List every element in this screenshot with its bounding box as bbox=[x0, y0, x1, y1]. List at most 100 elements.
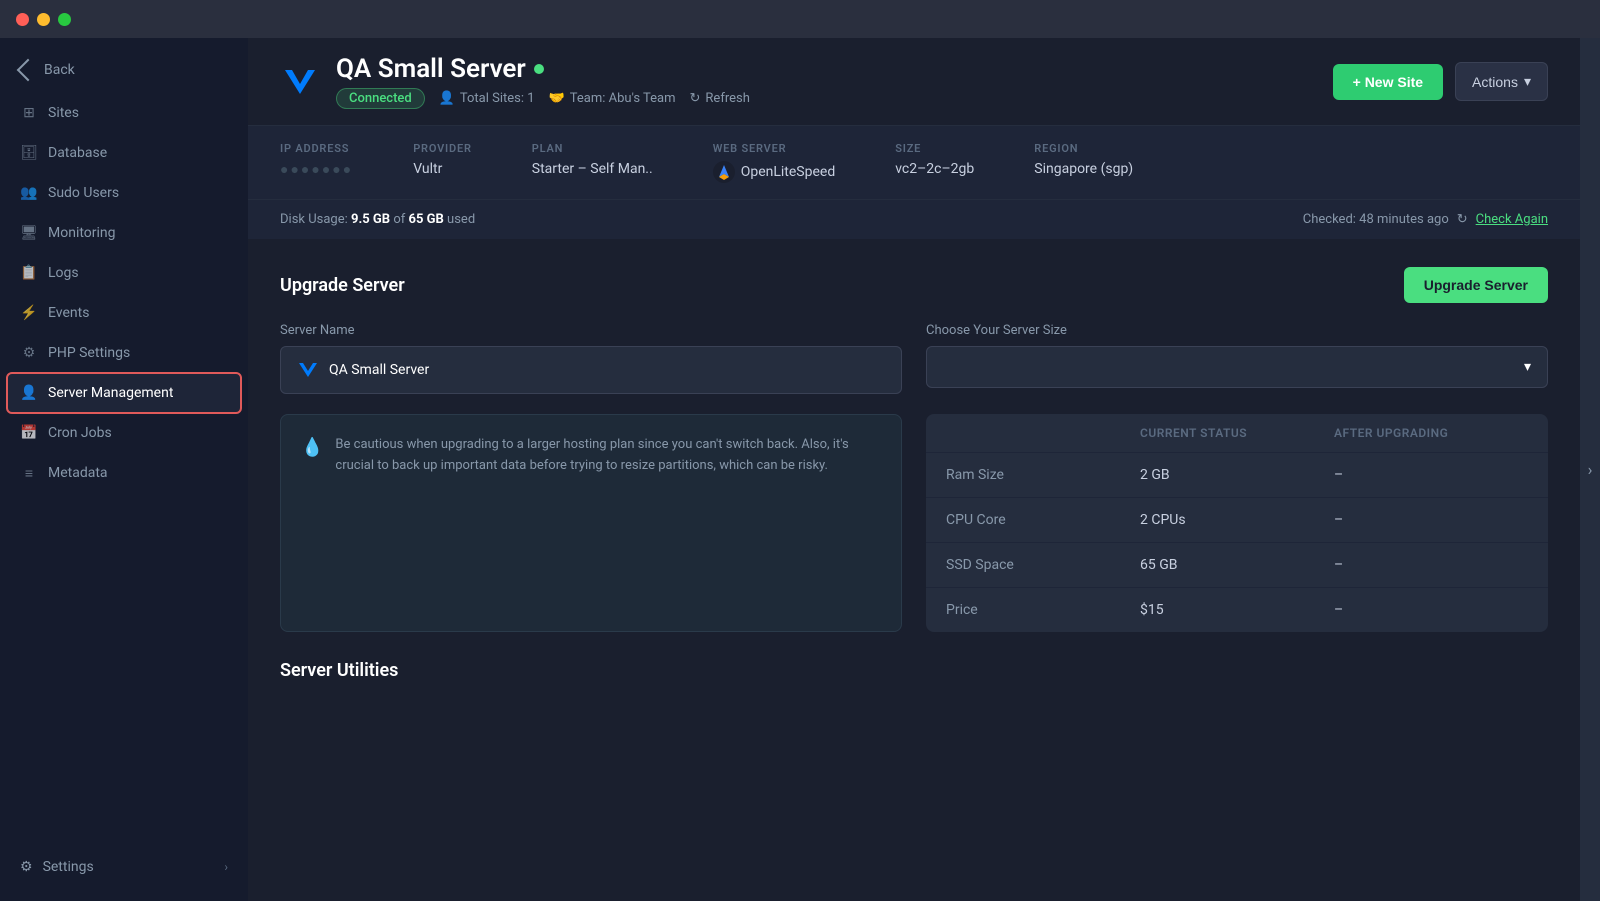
server-utilities-section: Server Utilities bbox=[280, 660, 1548, 681]
maximize-button[interactable] bbox=[58, 13, 71, 26]
vultr-small-icon bbox=[297, 359, 319, 381]
sites-icon: ⊞ bbox=[20, 104, 38, 122]
right-panel-collapse[interactable]: › bbox=[1580, 38, 1600, 901]
table-row: Ram Size 2 GB – bbox=[926, 453, 1548, 498]
status-table-header: Current Status After Upgrading bbox=[926, 414, 1548, 453]
server-mgmt-icon: 👤 bbox=[20, 384, 38, 402]
sidebar-item-php-settings[interactable]: ⚙ PHP Settings bbox=[0, 334, 248, 372]
region-col: REGION Singapore (sgp) bbox=[1034, 142, 1133, 177]
refresh-small-icon: ↻ bbox=[1457, 212, 1468, 227]
total-sites-meta: 👤 Total Sites: 1 bbox=[439, 91, 535, 106]
upgrade-server-section: Upgrade Server Upgrade Server Server Nam… bbox=[280, 267, 1548, 632]
back-label: Back bbox=[44, 62, 75, 78]
close-button[interactable] bbox=[16, 13, 29, 26]
server-size-select[interactable]: ▾ bbox=[926, 346, 1548, 388]
provider-col: PROVIDER Vultr bbox=[413, 142, 472, 177]
sidebar-item-metadata[interactable]: ≡ Metadata bbox=[0, 454, 248, 492]
server-name-heading: QA Small Server bbox=[336, 54, 750, 84]
sidebar-label-monitoring: Monitoring bbox=[48, 225, 116, 241]
users-icon: 👥 bbox=[20, 184, 38, 202]
ram-after: – bbox=[1334, 467, 1528, 483]
events-icon: ⚡ bbox=[20, 304, 38, 322]
plan-value: Starter – Self Man.. bbox=[532, 161, 653, 177]
sidebar: Back ⊞ Sites 🗄 Database 👥 Sudo Users 🖥 M… bbox=[0, 38, 248, 901]
sidebar-item-server-management[interactable]: 👤 Server Management bbox=[8, 374, 240, 412]
header-left: QA Small Server Connected 👤 Total Sites:… bbox=[280, 54, 750, 109]
sidebar-label-events: Events bbox=[48, 305, 89, 321]
logs-icon: 📋 bbox=[20, 264, 38, 282]
ssd-after: – bbox=[1334, 557, 1528, 573]
size-value: vc2–2c–2gb bbox=[895, 161, 974, 177]
check-again-link[interactable]: Check Again bbox=[1476, 212, 1548, 227]
ip-value: ●●●●●●● bbox=[280, 161, 353, 178]
check-again-section: Checked: 48 minutes ago ↻ Check Again bbox=[1303, 212, 1548, 227]
cpu-label: CPU Core bbox=[946, 512, 1140, 528]
after-upgrading-header: After Upgrading bbox=[1334, 426, 1528, 440]
openlitespeed-icon bbox=[713, 161, 735, 183]
cpu-after: – bbox=[1334, 512, 1528, 528]
vultr-logo bbox=[280, 62, 320, 102]
settings-icon: ⚙ bbox=[20, 859, 33, 875]
sidebar-item-logs[interactable]: 📋 Logs bbox=[0, 254, 248, 292]
chevron-right-icon: › bbox=[224, 860, 228, 874]
sidebar-item-settings[interactable]: ⚙ Settings › bbox=[0, 849, 248, 885]
sidebar-label-cron: Cron Jobs bbox=[48, 425, 112, 441]
database-icon: 🗄 bbox=[20, 144, 38, 162]
info-icon: 💧 bbox=[301, 437, 323, 458]
php-icon: ⚙ bbox=[20, 344, 38, 362]
sidebar-item-database[interactable]: 🗄 Database bbox=[0, 134, 248, 172]
header-actions: + New Site Actions ▾ bbox=[1333, 62, 1548, 101]
warning-text: Be cautious when upgrading to a larger h… bbox=[335, 435, 881, 477]
upgrade-server-button[interactable]: Upgrade Server bbox=[1404, 267, 1548, 303]
upgrade-server-title: Upgrade Server bbox=[280, 275, 405, 296]
cron-icon: 📅 bbox=[20, 424, 38, 442]
price-after: – bbox=[1334, 602, 1528, 618]
minimize-button[interactable] bbox=[37, 13, 50, 26]
sidebar-item-sudo-users[interactable]: 👥 Sudo Users bbox=[0, 174, 248, 212]
sidebar-label-settings: Settings bbox=[43, 859, 94, 875]
ip-address-col: IP ADDRESS ●●●●●●● bbox=[280, 142, 353, 178]
ram-size-label: Ram Size bbox=[946, 467, 1140, 483]
sidebar-label-database: Database bbox=[48, 145, 107, 161]
sidebar-item-events[interactable]: ⚡ Events bbox=[0, 294, 248, 332]
server-info-bar: IP ADDRESS ●●●●●●● PROVIDER Vultr PLAN S… bbox=[248, 126, 1580, 199]
connected-badge: Connected bbox=[336, 88, 425, 109]
new-site-button[interactable]: + New Site bbox=[1333, 64, 1443, 100]
server-name-display: QA Small Server bbox=[280, 346, 902, 394]
server-name-field-label: Server Name bbox=[280, 323, 902, 338]
region-value: Singapore (sgp) bbox=[1034, 161, 1133, 177]
sidebar-nav: ⊞ Sites 🗄 Database 👥 Sudo Users 🖥 Monito… bbox=[0, 94, 248, 492]
table-row: Price $15 – bbox=[926, 588, 1548, 632]
sites-meta-icon: 👤 bbox=[439, 91, 455, 106]
web-server-col: WEB SERVER OpenLiteSpeed bbox=[713, 142, 836, 183]
sidebar-label-sudo-users: Sudo Users bbox=[48, 185, 119, 201]
refresh-button[interactable]: ↻ Refresh bbox=[690, 91, 750, 106]
server-size-field-label: Choose Your Server Size bbox=[926, 323, 1548, 338]
ssd-label: SSD Space bbox=[946, 557, 1140, 573]
sidebar-item-sites[interactable]: ⊞ Sites bbox=[0, 94, 248, 132]
provider-value: Vultr bbox=[413, 161, 472, 177]
sidebar-item-monitoring[interactable]: 🖥 Monitoring bbox=[0, 214, 248, 252]
ram-current: 2 GB bbox=[1140, 467, 1334, 483]
main-content: QA Small Server Connected 👤 Total Sites:… bbox=[248, 38, 1580, 901]
disk-info: Disk Usage: 9.5 GB of 65 GB used bbox=[280, 212, 475, 227]
page-content: Upgrade Server Upgrade Server Server Nam… bbox=[248, 239, 1580, 901]
actions-button[interactable]: Actions ▾ bbox=[1455, 62, 1548, 101]
upgrade-form-row: Server Name QA Small Server Choose Your … bbox=[280, 323, 1548, 394]
sidebar-label-metadata: Metadata bbox=[48, 465, 108, 481]
server-meta: Connected 👤 Total Sites: 1 🤝 Team: Abu's… bbox=[336, 88, 750, 109]
sidebar-item-cron-jobs[interactable]: 📅 Cron Jobs bbox=[0, 414, 248, 452]
price-current: $15 bbox=[1140, 602, 1334, 618]
server-size-field: Choose Your Server Size ▾ bbox=[926, 323, 1548, 394]
plan-col: PLAN Starter – Self Man.. bbox=[532, 142, 653, 177]
team-meta: 🤝 Team: Abu's Team bbox=[549, 91, 676, 106]
team-meta-icon: 🤝 bbox=[549, 91, 565, 106]
metadata-icon: ≡ bbox=[20, 464, 38, 482]
status-table: Current Status After Upgrading Ram Size … bbox=[926, 414, 1548, 632]
server-title-block: QA Small Server Connected 👤 Total Sites:… bbox=[336, 54, 750, 109]
sidebar-label-php: PHP Settings bbox=[48, 345, 130, 361]
ssd-current: 65 GB bbox=[1140, 557, 1334, 573]
bottom-grid: 💧 Be cautious when upgrading to a larger… bbox=[280, 414, 1548, 632]
back-button[interactable]: Back bbox=[0, 54, 248, 94]
window-chrome bbox=[0, 0, 1600, 38]
